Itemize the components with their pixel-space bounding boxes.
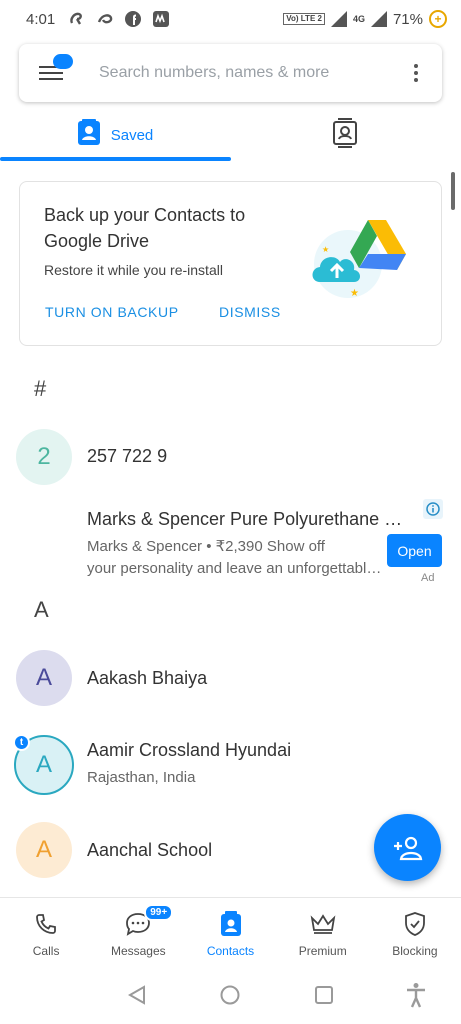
tab-identified[interactable] (230, 108, 460, 162)
volte-badge: Vo) LTE 2 (283, 13, 325, 25)
mi-app-icon (151, 10, 171, 28)
contact-card-icon (77, 119, 101, 151)
spiral-app-icon (95, 10, 115, 28)
ad-description-line2: your personality and leave an unforgetta… (87, 560, 383, 577)
airtel-icon (67, 10, 87, 28)
ad-open-button[interactable]: Open (387, 534, 442, 567)
back-icon[interactable] (126, 984, 148, 1006)
nav-messages-label: Messages (110, 944, 166, 958)
crown-icon (309, 910, 337, 938)
backup-subtitle: Restore it while you re-install (44, 262, 223, 278)
nav-calls-label: Calls (32, 944, 60, 958)
ad-label: Ad (421, 572, 435, 584)
nav-contacts-label: Contacts (206, 944, 255, 958)
contact-location: Rajasthan, India (87, 769, 196, 786)
search-input[interactable]: Search numbers, names & more (99, 64, 406, 82)
dismiss-button[interactable]: DISMISS (219, 304, 281, 320)
signal-2-icon (370, 11, 387, 27)
avatar: 2 (16, 429, 72, 485)
active-tab-indicator (0, 157, 231, 161)
add-person-icon (393, 836, 422, 860)
status-bar: 4:01 Vo) LTE 2 4G 71% + (0, 0, 461, 38)
add-contact-button[interactable] (374, 814, 441, 881)
backup-card: Back up your Contacts to Google Drive Re… (19, 181, 442, 346)
nav-premium-label: Premium (298, 944, 347, 958)
more-options-icon[interactable] (406, 64, 426, 82)
shield-check-icon (401, 910, 429, 938)
contacts-icon (217, 910, 245, 938)
avatar: A (16, 822, 72, 878)
network-type: 4G (352, 14, 365, 24)
section-header-a: A (34, 597, 49, 622)
accessibility-icon[interactable] (405, 982, 427, 1008)
phone-icon (32, 910, 60, 938)
signal-icon (330, 11, 347, 27)
backup-title: Back up your Contacts to Google Drive (44, 205, 246, 251)
messages-unread-badge: 99+ (144, 904, 174, 921)
turn-on-backup-button[interactable]: TURN ON BACKUP (45, 304, 179, 320)
nav-premium[interactable]: Premium (277, 898, 369, 965)
contact-name: 257 722 9 (87, 446, 168, 466)
recents-icon[interactable] (313, 984, 335, 1006)
bottom-navigation: Calls 99+ Messages Contacts Premium Bloc… (0, 897, 461, 965)
tab-saved[interactable]: Saved (0, 108, 230, 162)
contact-book-icon (332, 118, 358, 152)
nav-blocking[interactable]: Blocking (369, 898, 461, 965)
section-header-hash: # (34, 376, 47, 401)
tab-saved-label: Saved (110, 126, 154, 144)
home-icon[interactable] (219, 984, 241, 1006)
svg-text:★: ★ (350, 288, 359, 299)
contact-name: Aakash Bhaiya (87, 668, 208, 688)
nav-messages[interactable]: 99+ Messages (92, 898, 184, 965)
notification-dot (53, 54, 73, 69)
nav-blocking-label: Blocking (392, 944, 438, 958)
status-time: 4:01 (26, 10, 56, 28)
menu-icon[interactable] (39, 54, 73, 84)
truecaller-badge-icon: t (13, 734, 30, 751)
contact-name: Aamir Crossland Hyundai (87, 740, 292, 760)
facebook-icon (123, 10, 143, 28)
contacts-tabs: Saved (0, 108, 461, 162)
system-navigation-bar (0, 966, 461, 1024)
ad-info-icon[interactable] (423, 499, 443, 519)
battery-level: 71% (392, 10, 423, 28)
search-bar[interactable]: Search numbers, names & more (19, 44, 442, 102)
svg-text:★: ★ (322, 245, 329, 254)
nav-contacts[interactable]: Contacts (184, 898, 276, 965)
scrollbar[interactable] (451, 172, 455, 210)
ad-title: Marks & Spencer Pure Polyurethane Leathe… (87, 509, 409, 529)
nav-calls[interactable]: Calls (0, 898, 92, 965)
google-drive-cloud-illustration: ★ ★ (312, 220, 406, 299)
ad-description-line1: Marks & Spencer • ₹2,390 Show off (87, 538, 325, 555)
avatar: A (16, 650, 72, 706)
contact-name: Aanchal School (87, 840, 213, 860)
battery-saver-icon: + (429, 10, 447, 28)
